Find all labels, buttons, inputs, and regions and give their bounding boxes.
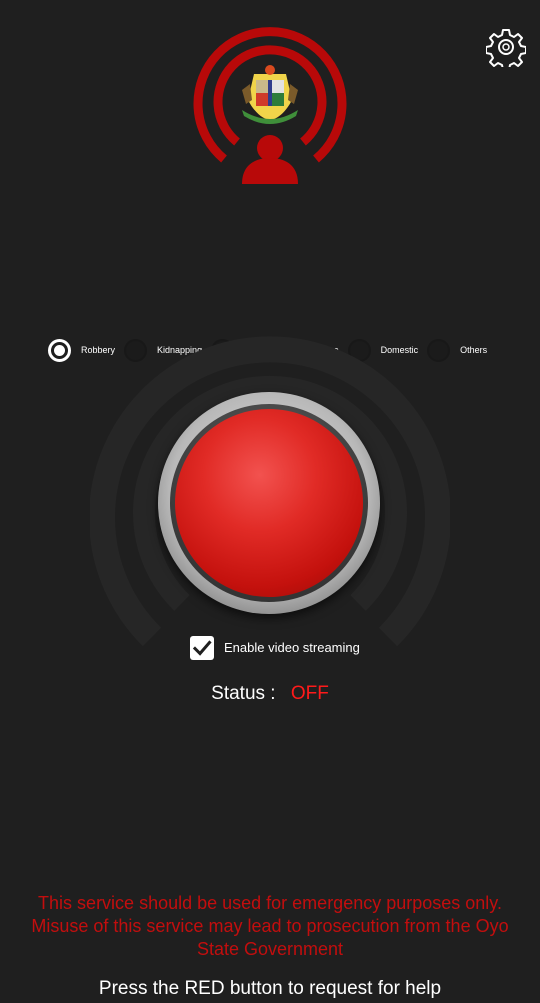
coat-of-arms-emblem: [242, 65, 298, 124]
video-streaming-toggle[interactable]: Enable video streaming: [190, 635, 360, 660]
status-line: Status : OFF: [0, 683, 540, 705]
help-instruction: Press the RED button to request for help: [98, 978, 442, 999]
panic-button-face: [175, 409, 363, 597]
radio-button[interactable]: [48, 338, 71, 362]
category-label: Others: [460, 345, 488, 355]
panic-button[interactable]: [158, 392, 380, 614]
emergency-signal-logo: [193, 27, 347, 184]
app-logo: [190, 24, 350, 189]
video-streaming-label: Enable video streaming: [224, 640, 360, 655]
status-value: OFF: [290, 683, 329, 704]
gear-icon: [485, 29, 527, 71]
settings-button[interactable]: [485, 27, 527, 71]
status-label: Status :: [211, 683, 276, 704]
misuse-warning: This service should be used for emergenc…: [31, 893, 509, 959]
checkmark-icon: [192, 639, 212, 656]
video-streaming-checkbox[interactable]: [190, 635, 214, 660]
